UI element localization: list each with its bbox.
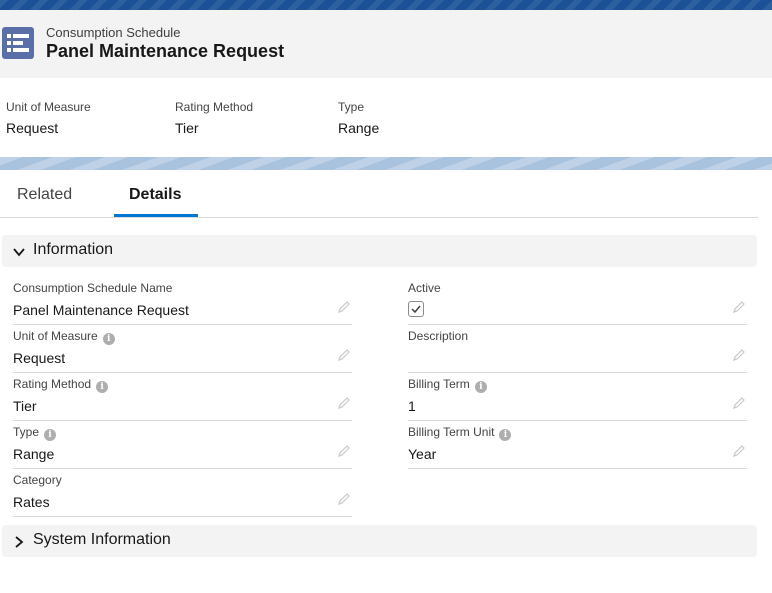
field-rating-method: Rating Method i Tier <box>13 377 352 421</box>
pencil-icon[interactable] <box>337 492 351 506</box>
field-label: Billing Term i <box>408 377 487 393</box>
info-icon[interactable]: i <box>96 381 109 393</box>
field-label: Description <box>408 329 469 343</box>
field-label: Unit of Measure i <box>13 329 115 345</box>
pencil-icon[interactable] <box>337 396 351 410</box>
header-brand-band <box>0 0 772 10</box>
highlight-label: Unit of Measure <box>6 100 91 114</box>
pencil-icon[interactable] <box>337 300 351 314</box>
field-label: Rating Method i <box>13 377 109 393</box>
pencil-icon[interactable] <box>732 444 746 458</box>
info-icon[interactable]: i <box>499 429 512 441</box>
pencil-icon[interactable] <box>337 348 351 362</box>
section-title: Information <box>33 241 114 258</box>
field-label: Category <box>13 473 62 487</box>
tab-details[interactable]: Details <box>129 186 181 204</box>
field-label: Billing Term Unit i <box>408 425 512 441</box>
section-information-toggle[interactable]: Information <box>2 235 757 267</box>
record-title: Panel Maintenance Request <box>46 41 285 61</box>
highlight-value: Range <box>338 120 380 136</box>
info-icon[interactable]: i <box>102 333 115 345</box>
info-icon[interactable]: i <box>474 381 487 393</box>
highlight-type: Type Range <box>338 100 379 136</box>
highlight-value: Request <box>6 120 59 136</box>
pencil-icon[interactable] <box>337 444 351 458</box>
object-type-label: Consumption Schedule <box>46 25 181 40</box>
highlight-label: Rating Method <box>175 100 254 114</box>
highlight-rating-method: Rating Method Tier <box>175 100 253 136</box>
pencil-icon[interactable] <box>732 396 746 410</box>
pencil-icon[interactable] <box>732 300 746 314</box>
field-billing-term: Billing Term i 1 <box>408 377 747 421</box>
field-billing-term-unit: Billing Term Unit i Year <box>408 425 747 469</box>
chevron-down-icon <box>13 248 25 257</box>
record-tabs: Related Details <box>0 170 758 218</box>
field-value: Panel Maintenance Request <box>13 302 189 318</box>
field-value: Request <box>13 350 66 366</box>
field-consumption-schedule-name: Consumption Schedule Name Panel Maintena… <box>13 281 352 325</box>
tab-related[interactable]: Related <box>17 186 72 204</box>
field-description: Description <box>408 329 747 373</box>
field-label: Type i <box>13 425 57 441</box>
record-header: Consumption Schedule Panel Maintenance R… <box>0 10 772 78</box>
field-value: Rates <box>13 494 50 510</box>
pencil-icon[interactable] <box>732 348 746 362</box>
highlight-unit-of-measure: Unit of Measure Request <box>6 100 91 136</box>
field-value: Tier <box>13 398 37 414</box>
highlight-label: Type <box>338 100 365 114</box>
highlights-panel: Unit of Measure Request Rating Method Ti… <box>0 78 772 158</box>
field-value: Range <box>13 446 55 462</box>
field-label: Active <box>408 281 441 295</box>
active-checkbox[interactable] <box>408 301 424 317</box>
field-unit-of-measure: Unit of Measure i Request <box>13 329 352 373</box>
decorative-band <box>0 157 772 170</box>
field-active: Active <box>408 281 747 325</box>
field-type: Type i Range <box>13 425 352 469</box>
info-icon[interactable]: i <box>44 429 57 441</box>
chevron-right-icon <box>15 536 24 548</box>
checkmark-icon <box>411 305 421 314</box>
highlight-value: Tier <box>175 120 199 136</box>
field-category: Category Rates <box>13 473 352 517</box>
field-value: Year <box>408 446 437 462</box>
field-label: Consumption Schedule Name <box>13 281 173 295</box>
active-tab-indicator <box>114 214 198 217</box>
field-value: 1 <box>408 398 416 414</box>
section-system-information-toggle[interactable]: System Information <box>2 525 757 557</box>
record-list-icon <box>2 27 34 59</box>
section-title: System Information <box>33 531 171 548</box>
